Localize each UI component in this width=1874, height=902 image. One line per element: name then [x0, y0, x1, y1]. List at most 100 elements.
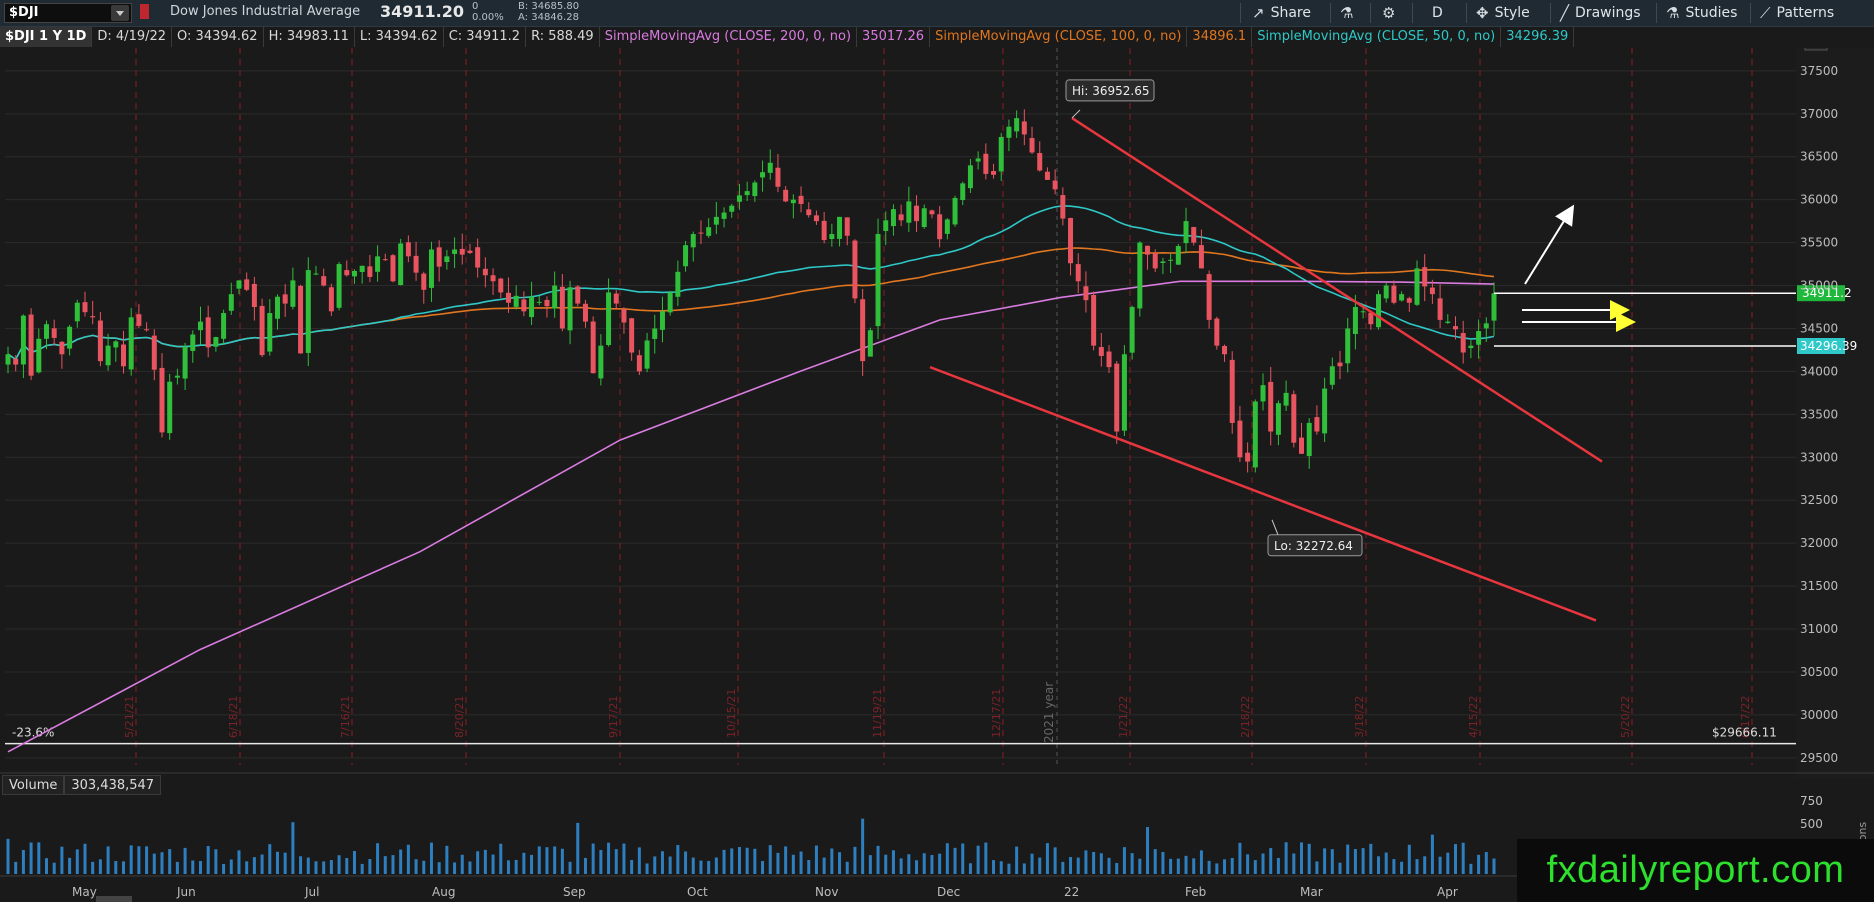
candle-body: [1376, 294, 1382, 328]
candle-body: [837, 216, 843, 239]
candle-body: [1437, 298, 1443, 320]
style-button[interactable]: ✥ Style: [1476, 0, 1530, 26]
sma50-label[interactable]: SimpleMovingAvg (CLOSE, 50, 0, no): [1252, 27, 1502, 47]
volume-bar: [437, 862, 441, 874]
chart-symbol-period[interactable]: $DJI 1 Y 1D: [0, 27, 93, 47]
candle-body: [867, 330, 873, 357]
drawings-label: Drawings: [1575, 5, 1641, 21]
candle-body: [1468, 345, 1474, 349]
studies-button[interactable]: ⚗ Studies: [1666, 0, 1737, 26]
volume-label[interactable]: Volume: [2, 775, 65, 795]
y-tick-label: 36000: [1800, 193, 1838, 207]
x-month-label: Apr: [1437, 885, 1458, 899]
volume-bar: [1138, 858, 1142, 874]
volume-bar: [1045, 843, 1049, 874]
vertical-date-label: 3/18/22: [1353, 696, 1366, 738]
volume-bar: [1469, 863, 1473, 874]
sma100-label[interactable]: SimpleMovingAvg (CLOSE, 100, 0, no): [930, 27, 1188, 47]
vertical-date-label: 2/18/22: [1239, 696, 1252, 738]
volume-bar: [337, 855, 341, 874]
symbol-input[interactable]: $DJI: [4, 3, 132, 23]
candle-body: [644, 340, 650, 369]
top-toolbar: $DJI Dow Jones Industrial Average 34911.…: [0, 0, 1874, 27]
candle-body: [36, 338, 42, 373]
volume-bar: [1454, 844, 1458, 874]
volume-bar: [1084, 850, 1088, 874]
candle-body: [482, 268, 488, 276]
symbol-text: $DJI: [9, 5, 39, 20]
candle-body: [944, 219, 950, 234]
vertical-date-label: 5/21/21: [123, 696, 136, 738]
vertical-date-label: 9/17/21: [607, 696, 620, 738]
candle-body: [890, 209, 896, 227]
volume-bar: [1430, 834, 1434, 874]
candle-body: [829, 234, 835, 240]
volume-bar: [1400, 861, 1404, 874]
volume-bar: [129, 845, 133, 874]
volume-bar: [283, 852, 287, 874]
chevron-down-icon[interactable]: [111, 5, 129, 21]
volume-bar: [1261, 853, 1265, 874]
volume-bar: [1069, 857, 1073, 874]
volume-bar: [676, 845, 680, 874]
volume-bar: [422, 860, 426, 874]
candle-body: [1175, 246, 1181, 265]
candle-body: [490, 275, 496, 282]
flag-icon[interactable]: [140, 4, 149, 19]
flask-button[interactable]: ⚗: [1340, 0, 1353, 26]
volume-bar: [445, 845, 449, 874]
candle-body: [744, 191, 750, 196]
volume-bar: [44, 858, 48, 874]
volume-bar: [968, 863, 972, 874]
volume-bar: [291, 822, 295, 874]
candle-body: [590, 321, 596, 374]
candle-body: [105, 345, 111, 366]
fib-value-label: $29666.11: [1712, 726, 1777, 740]
candle-body: [436, 247, 442, 267]
candle-body: [1014, 118, 1020, 132]
candle-body: [998, 136, 1004, 172]
candle-body: [1137, 242, 1143, 309]
sma200-label[interactable]: SimpleMovingAvg (CLOSE, 200, 0, no): [600, 27, 858, 47]
volume-bar: [1484, 852, 1488, 874]
volume-bar: [1423, 856, 1427, 874]
period-label: D: [1432, 5, 1443, 21]
volume-bar: [799, 851, 803, 874]
candle-body: [1260, 385, 1266, 402]
drawing-tool-icon[interactable]: [1804, 48, 1828, 51]
candle-body: [498, 278, 504, 293]
info-range: R: 588.49: [526, 27, 600, 47]
patterns-button[interactable]: ⟋ Patterns: [1760, 0, 1834, 26]
volume-bar: [1238, 842, 1242, 874]
volume-bar: [761, 861, 765, 874]
candle-body: [1306, 422, 1312, 457]
period-button[interactable]: D: [1432, 0, 1443, 26]
volume-bar: [114, 861, 118, 874]
candle-body: [813, 215, 819, 222]
volume-bar: [137, 846, 141, 874]
volume-bar: [938, 853, 942, 874]
candle-body: [983, 153, 989, 174]
candle-body: [413, 255, 419, 273]
y-tick-label: 29500: [1800, 751, 1838, 765]
candle-body: [952, 197, 958, 225]
volume-bar: [684, 851, 688, 874]
volume-bar: [768, 845, 772, 874]
volume-bar: [299, 856, 303, 874]
settings-button[interactable]: ⚙: [1382, 0, 1395, 26]
candle-body: [120, 344, 126, 367]
volume-bar: [1115, 862, 1119, 874]
candle-body: [113, 341, 119, 348]
volume-bar: [838, 852, 842, 874]
horizontal-scrollbar[interactable]: [96, 896, 132, 902]
volume-bar: [583, 857, 587, 874]
price-chart[interactable]: 5/21/21 6/18/21 7/16/21 8/20/21 9/17/21 10/15…: [0, 48, 1874, 902]
candle-body: [267, 313, 273, 352]
volume-bar: [229, 859, 233, 874]
share-button[interactable]: ↗ Share: [1252, 0, 1311, 26]
candle-body: [798, 195, 804, 204]
candle-body: [1422, 267, 1428, 287]
candle-body: [1114, 363, 1120, 432]
drawings-button[interactable]: ╱ Drawings: [1560, 0, 1641, 26]
volume-bar: [275, 851, 279, 874]
